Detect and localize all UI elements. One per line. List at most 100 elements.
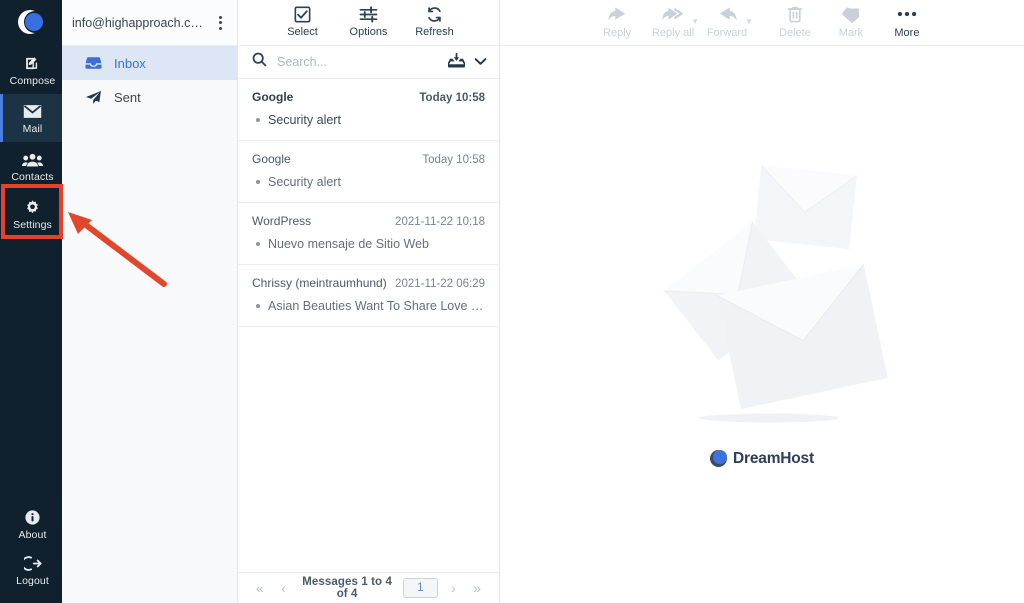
sliders-icon [359, 5, 378, 24]
sidebar-item-settings[interactable]: Settings [0, 190, 62, 238]
message-sender: Chrissy (meintraumhund) [252, 276, 387, 290]
inbox-download-icon[interactable] [448, 52, 465, 73]
sidebar-item-about[interactable]: About [0, 501, 62, 547]
double-chevron-right-icon[interactable]: » [465, 581, 489, 595]
sidebar-item-logout[interactable]: Logout [0, 547, 62, 593]
refresh-button[interactable]: Refresh [415, 5, 455, 38]
logout-arrow-icon [24, 554, 42, 573]
trash-icon [787, 5, 803, 24]
message-actions-toolbar: Reply Reply all ▼ Forward [500, 0, 1024, 46]
primary-nav-rail: Compose Mail [0, 0, 62, 603]
options-button[interactable]: Options [349, 5, 389, 38]
kebab-menu-icon[interactable] [211, 16, 229, 30]
search-icon [252, 52, 267, 72]
double-chevron-left-icon[interactable]: « [248, 581, 272, 595]
empty-preview-placeholder: DreamHost [500, 46, 1024, 603]
message-subject: Nuevo mensaje de Sitio Web [268, 237, 429, 251]
reply-button[interactable]: Reply [589, 5, 645, 39]
message-subject: Security alert [268, 175, 341, 189]
message-list: Google Today 10:58 Security alert Google… [238, 79, 499, 572]
sidebar-item-label: Compose [10, 75, 56, 88]
message-list-column: Select Options [238, 0, 500, 603]
paper-plane-icon [84, 90, 102, 105]
reply-arrow-icon [608, 5, 627, 24]
reply-all-caret-icon[interactable]: ▼ [691, 17, 699, 26]
envelopes-illustration [617, 160, 907, 440]
message-date: Today 10:58 [422, 154, 485, 166]
message-subject: Asian Beauties Want To Share Love Wi... [268, 299, 485, 313]
options-button-label: Options [350, 26, 388, 38]
page-number-input[interactable]: 1 [403, 578, 438, 598]
table-row[interactable]: WordPress 2021-11-22 10:18 Nuevo mensaje… [238, 203, 499, 265]
message-subject: Security alert [268, 113, 341, 127]
mark-button[interactable]: Mark [823, 5, 879, 39]
unread-bullet-icon [256, 180, 260, 184]
sidebar-item-compose[interactable]: Compose [0, 46, 62, 94]
search-scope-controls [448, 52, 487, 73]
envelope-icon [23, 102, 42, 121]
dreamhost-brand: DreamHost [710, 450, 814, 468]
rail-bottom-items: About Logout [0, 501, 62, 603]
sidebar-item-label: About [19, 529, 47, 542]
message-sender: WordPress [252, 214, 311, 228]
refresh-button-label: Refresh [415, 26, 454, 38]
checkbox-icon [294, 5, 311, 24]
chevron-left-icon[interactable]: ‹ [272, 581, 296, 595]
unread-bullet-icon [256, 242, 260, 246]
folder-item-label: Sent [114, 90, 141, 105]
webmail-app: Compose Mail [0, 0, 1024, 603]
rail-main-items: Compose Mail [0, 46, 62, 238]
sidebar-item-label: Mail [23, 123, 43, 136]
message-date: Today 10:58 [419, 92, 485, 104]
chevron-down-icon[interactable] [474, 53, 487, 71]
chevron-right-icon[interactable]: › [442, 581, 466, 595]
dreamhost-moon-logo-icon [710, 450, 727, 467]
folder-item-sent[interactable]: Sent [62, 80, 237, 114]
search-bar [238, 46, 499, 79]
forward-button-label: Forward [707, 27, 747, 39]
table-row[interactable]: Google Today 10:58 Security alert [238, 79, 499, 141]
app-logo [0, 0, 62, 46]
select-button-label: Select [287, 26, 318, 38]
envelope-stack-icon [617, 160, 907, 440]
compose-pencil-icon [24, 54, 41, 73]
account-bar: info@highapproach.com [62, 0, 237, 46]
message-list-toolbar: Select Options [238, 0, 499, 46]
tag-icon [841, 5, 860, 24]
folder-panel: info@highapproach.com Inbox [62, 0, 238, 603]
sidebar-item-contacts[interactable]: Contacts [0, 142, 62, 190]
sidebar-item-mail[interactable]: Mail [0, 94, 62, 142]
message-date: 2021-11-22 10:18 [395, 216, 485, 228]
pagination-bar: « ‹ Messages 1 to 4 of 4 1 › » [238, 572, 499, 603]
message-sender: Google [252, 152, 291, 166]
people-icon [22, 150, 43, 169]
sidebar-item-label: Settings [13, 219, 52, 232]
folder-list: Inbox Sent [62, 46, 237, 114]
info-circle-icon [24, 508, 41, 527]
inbox-icon [84, 56, 102, 70]
table-row[interactable]: Chrissy (meintraumhund) 2021-11-22 06:29… [238, 265, 499, 327]
sidebar-item-label: Logout [16, 575, 49, 588]
delete-button-label: Delete [779, 27, 811, 39]
more-button[interactable]: More [879, 5, 935, 39]
message-date: 2021-11-22 06:29 [395, 278, 485, 290]
pagination-info: Messages 1 to 4 of 4 [295, 576, 399, 600]
brand-name: DreamHost [733, 450, 814, 468]
rail-spacer [0, 238, 62, 501]
table-row[interactable]: Google Today 10:58 Security alert [238, 141, 499, 203]
reply-button-label: Reply [603, 27, 631, 39]
folder-item-label: Inbox [114, 56, 146, 71]
sidebar-item-label: Contacts [11, 171, 53, 184]
mark-button-label: Mark [839, 27, 863, 39]
delete-button[interactable]: Delete [767, 5, 823, 39]
folder-item-inbox[interactable]: Inbox [62, 46, 237, 80]
message-sender: Google [252, 90, 293, 104]
select-button[interactable]: Select [283, 5, 323, 38]
gear-icon [24, 198, 41, 217]
forward-arrow-icon [718, 5, 737, 24]
reply-all-button-label: Reply all [652, 27, 694, 39]
search-input[interactable] [277, 55, 438, 69]
forward-caret-icon[interactable]: ▼ [745, 17, 753, 26]
refresh-icon [426, 5, 443, 24]
account-email: info@highapproach.com [72, 16, 207, 30]
